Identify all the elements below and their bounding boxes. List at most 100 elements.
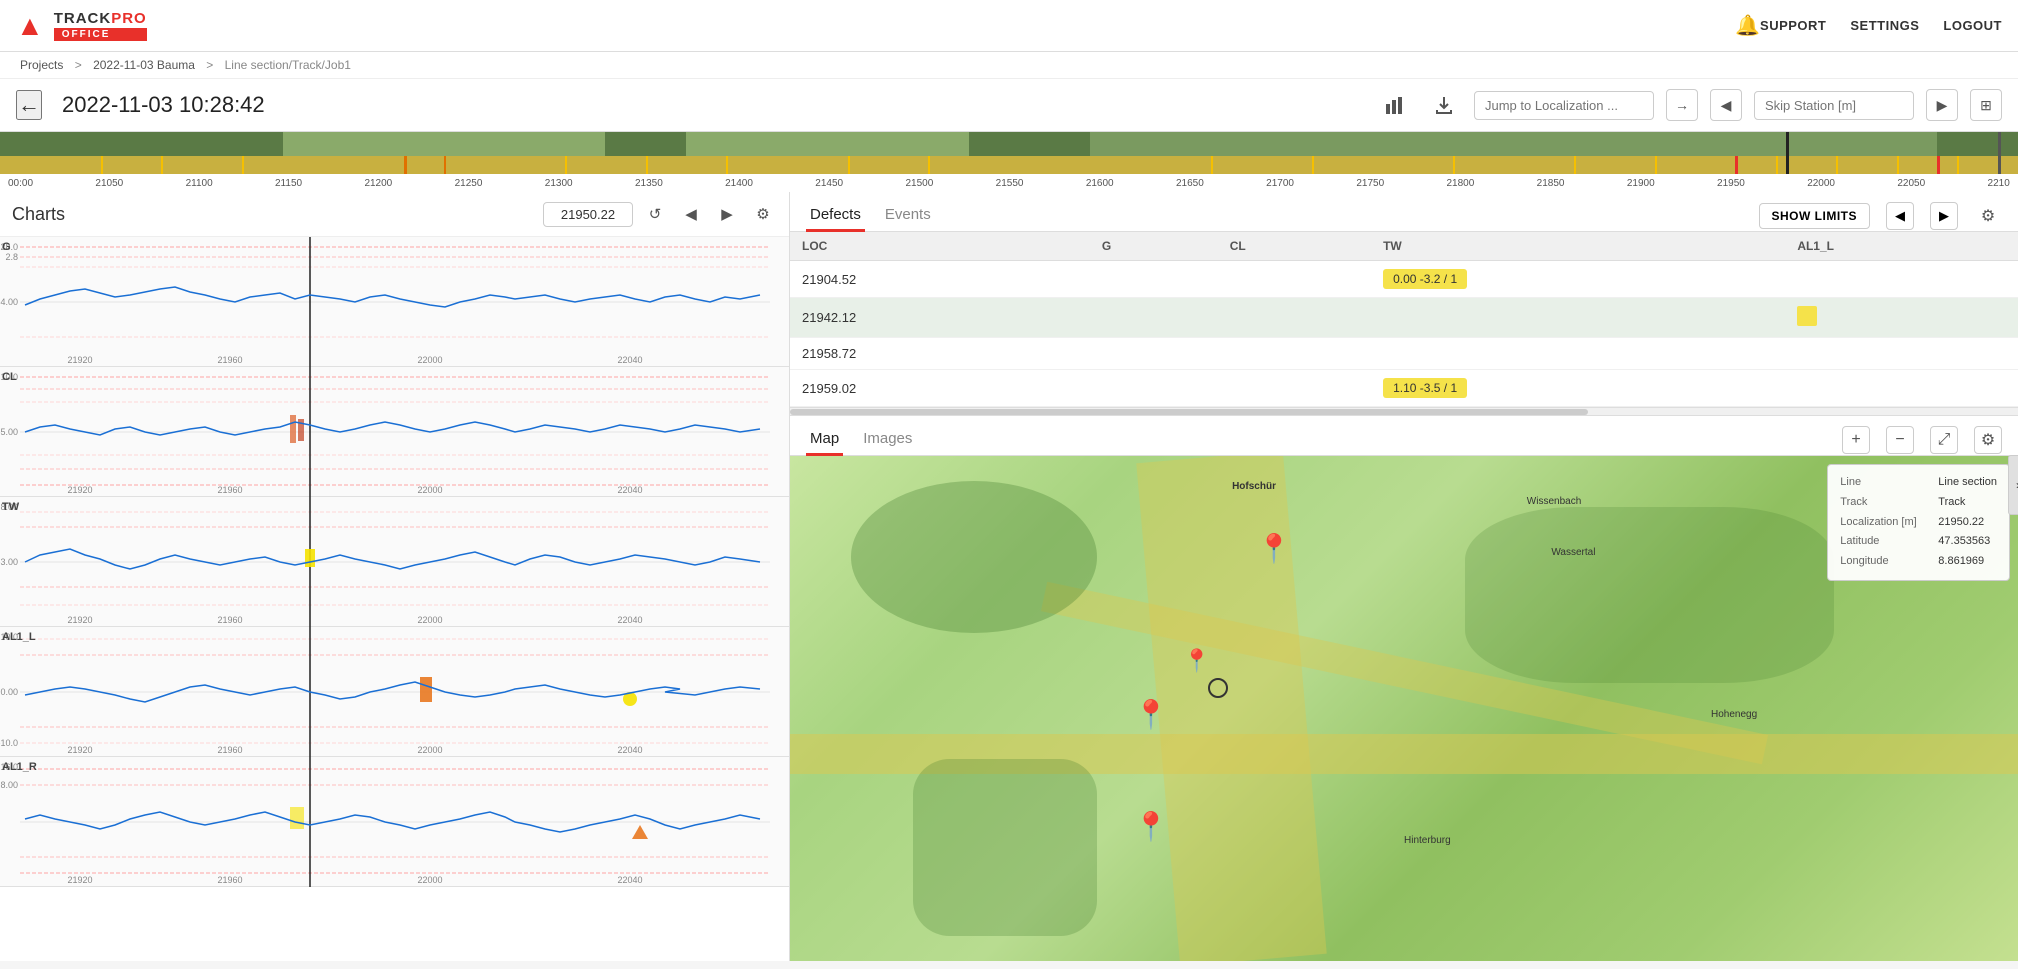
overview-tick <box>1957 156 1959 174</box>
map-info-lon-row: Longitude 8.861969 <box>1840 552 1997 572</box>
map-pin-4[interactable]: 📍 <box>1134 810 1169 843</box>
svg-text:22040: 22040 <box>617 745 642 755</box>
map-pin-3[interactable]: 📍 <box>1183 648 1210 674</box>
logout-link[interactable]: LOGOUT <box>1943 18 2002 33</box>
next-icon: ▶ <box>1937 97 1948 114</box>
table-row[interactable]: 21942.12 <box>790 298 2018 338</box>
svg-text:22000: 22000 <box>417 745 442 755</box>
map-terrain-2 <box>1465 507 1833 684</box>
map-background: 📍 📍 📍 📍 Hofschür Wissenbach Wassertal Ho… <box>790 456 2018 961</box>
map-label-hofschur: Hofschür <box>1232 481 1276 492</box>
svg-text:-10.0: -10.0 <box>0 738 18 748</box>
cell-loc: 21958.72 <box>790 338 1090 370</box>
map-info-loc-row: Localization [m] 21950.22 <box>1840 513 1997 533</box>
jump-to-localization-input[interactable] <box>1474 91 1654 120</box>
prev-station-button[interactable]: ◀ <box>1710 89 1742 121</box>
svg-text:-5.00: -5.00 <box>0 427 18 437</box>
overview-tick <box>1211 156 1213 174</box>
map-info-track-value: Track <box>1938 493 1965 513</box>
defects-next-button[interactable]: ▶ <box>1930 202 1958 230</box>
svg-text:21920: 21920 <box>67 485 92 495</box>
skip-station-input[interactable] <box>1754 91 1914 120</box>
tab-map[interactable]: Map <box>806 424 843 456</box>
overview-segment-1 <box>283 132 606 156</box>
table-scrollbar[interactable] <box>790 407 2018 415</box>
ov-label: 21650 <box>1176 178 1204 189</box>
split-view-button[interactable]: ⊞ <box>1970 89 2002 121</box>
table-row[interactable]: 21904.52 0.00 -3.2 / 1 <box>790 261 2018 298</box>
reset-button[interactable]: ↺ <box>641 200 669 228</box>
chart-label-tw: TW <box>2 501 19 513</box>
jump-arrow-button[interactable]: → <box>1666 89 1698 121</box>
support-link[interactable]: SUPPORT <box>1760 18 1826 33</box>
split-icon: ⊞ <box>1980 97 1992 114</box>
logo-track: TRACK <box>54 10 112 27</box>
defects-table-head: LOC G CL TW AL1_L <box>790 232 2018 261</box>
filter-chart-button[interactable]: ⚙ <box>749 200 777 228</box>
table-row[interactable]: 21959.02 1.10 -3.5 / 1 <box>790 370 2018 407</box>
map-pin-2[interactable]: 📍 <box>1134 698 1169 731</box>
header-nav: SUPPORT SETTINGS LOGOUT <box>1760 18 2002 33</box>
overview-bar[interactable]: 00:00 21050 21100 21150 21200 21250 2130… <box>0 132 2018 192</box>
cell-al1l <box>1785 261 2018 298</box>
svg-text:2.8: 2.8 <box>5 252 18 262</box>
defects-filter-button[interactable]: ⚙ <box>1974 202 2002 230</box>
chart-label-cl: CL <box>2 371 17 383</box>
tab-defects[interactable]: Defects <box>806 200 865 232</box>
svg-text:21920: 21920 <box>67 355 92 365</box>
next-chart-button[interactable]: ▶ <box>713 200 741 228</box>
show-limits-button[interactable]: SHOW LIMITS <box>1759 203 1871 229</box>
cell-tw: 0.00 -3.2 / 1 <box>1371 261 1785 298</box>
next-station-button[interactable]: ▶ <box>1926 89 1958 121</box>
scrollbar-thumb[interactable] <box>790 409 1588 415</box>
export-button[interactable] <box>1426 87 1462 123</box>
map-label-wissenbach: Wissenbach <box>1527 496 1581 507</box>
defects-prev-button[interactable]: ◀ <box>1886 202 1914 230</box>
map-fullscreen-button[interactable]: ⤢ <box>1930 426 1958 454</box>
chart-row-al1r: AL1_R 16.0 8.00 21920 21960 220 <box>0 757 789 887</box>
prev-chart-button[interactable]: ◀ <box>677 200 705 228</box>
defects-table: LOC G CL TW AL1_L 21904.52 0.00 -3.2 / <box>790 232 2018 407</box>
chart-icon-button[interactable] <box>1378 87 1414 123</box>
bell-icon[interactable]: 🔔 <box>1735 13 1760 38</box>
map-info-box: Line Line section Track Track Localizati… <box>1827 464 2010 581</box>
svg-text:22000: 22000 <box>417 615 442 625</box>
svg-text:22000: 22000 <box>417 485 442 495</box>
overview-tick <box>1937 156 1940 174</box>
header: ▲ TRACK PRO OFFICE 🔔 SUPPORT SETTINGS LO… <box>0 0 2018 52</box>
cell-g <box>1090 261 1218 298</box>
cell-loc: 21942.12 <box>790 298 1090 338</box>
chart-svg-g: 28.0 2.8 -4.00 21920 21960 22000 22040 <box>0 237 770 367</box>
charts-header: Charts 21950.22 ↺ ◀ ▶ ⚙ <box>0 192 789 237</box>
map-label-wassertal: Wassertal <box>1551 547 1595 558</box>
breadcrumb-projects[interactable]: Projects <box>20 58 63 72</box>
overview-segment-2 <box>686 132 969 156</box>
ov-label: 21250 <box>455 178 483 189</box>
chart-svg-al1l: 10.0 0.00 -10.0 21920 21960 22000 22040 <box>0 627 770 757</box>
svg-text:-4.00: -4.00 <box>0 297 18 307</box>
overview-tick <box>101 156 103 174</box>
ov-label: 21700 <box>1266 178 1294 189</box>
map-target-circle <box>1208 678 1228 698</box>
settings-link[interactable]: SETTINGS <box>1850 18 1919 33</box>
cell-al1l <box>1785 338 2018 370</box>
defects-section: Defects Events SHOW LIMITS ◀ ▶ ⚙ LOC G C… <box>790 192 2018 416</box>
map-settings-button[interactable]: ⚙ <box>1974 426 2002 454</box>
map-zoom-out-button[interactable]: − <box>1886 426 1914 454</box>
ov-label: 21800 <box>1447 178 1475 189</box>
breadcrumb-sep2: > <box>206 58 213 72</box>
map-zoom-in-button[interactable]: + <box>1842 426 1870 454</box>
breadcrumb-job[interactable]: 2022-11-03 Bauma <box>93 58 195 72</box>
back-button[interactable]: ← <box>16 90 42 120</box>
map-info-loc-value: 21950.22 <box>1938 513 1984 533</box>
svg-text:8.00: 8.00 <box>0 780 18 790</box>
map-container[interactable]: 📍 📍 📍 📍 Hofschür Wissenbach Wassertal Ho… <box>790 456 2018 961</box>
col-cl: CL <box>1218 232 1371 261</box>
map-pin-1[interactable]: 📍 <box>1257 532 1292 565</box>
logo-text: TRACK PRO OFFICE <box>54 10 147 41</box>
tab-images[interactable]: Images <box>859 424 916 456</box>
overview-tick <box>726 156 728 174</box>
tab-events[interactable]: Events <box>881 200 935 232</box>
table-row[interactable]: 21958.72 <box>790 338 2018 370</box>
ov-label: 21750 <box>1356 178 1384 189</box>
